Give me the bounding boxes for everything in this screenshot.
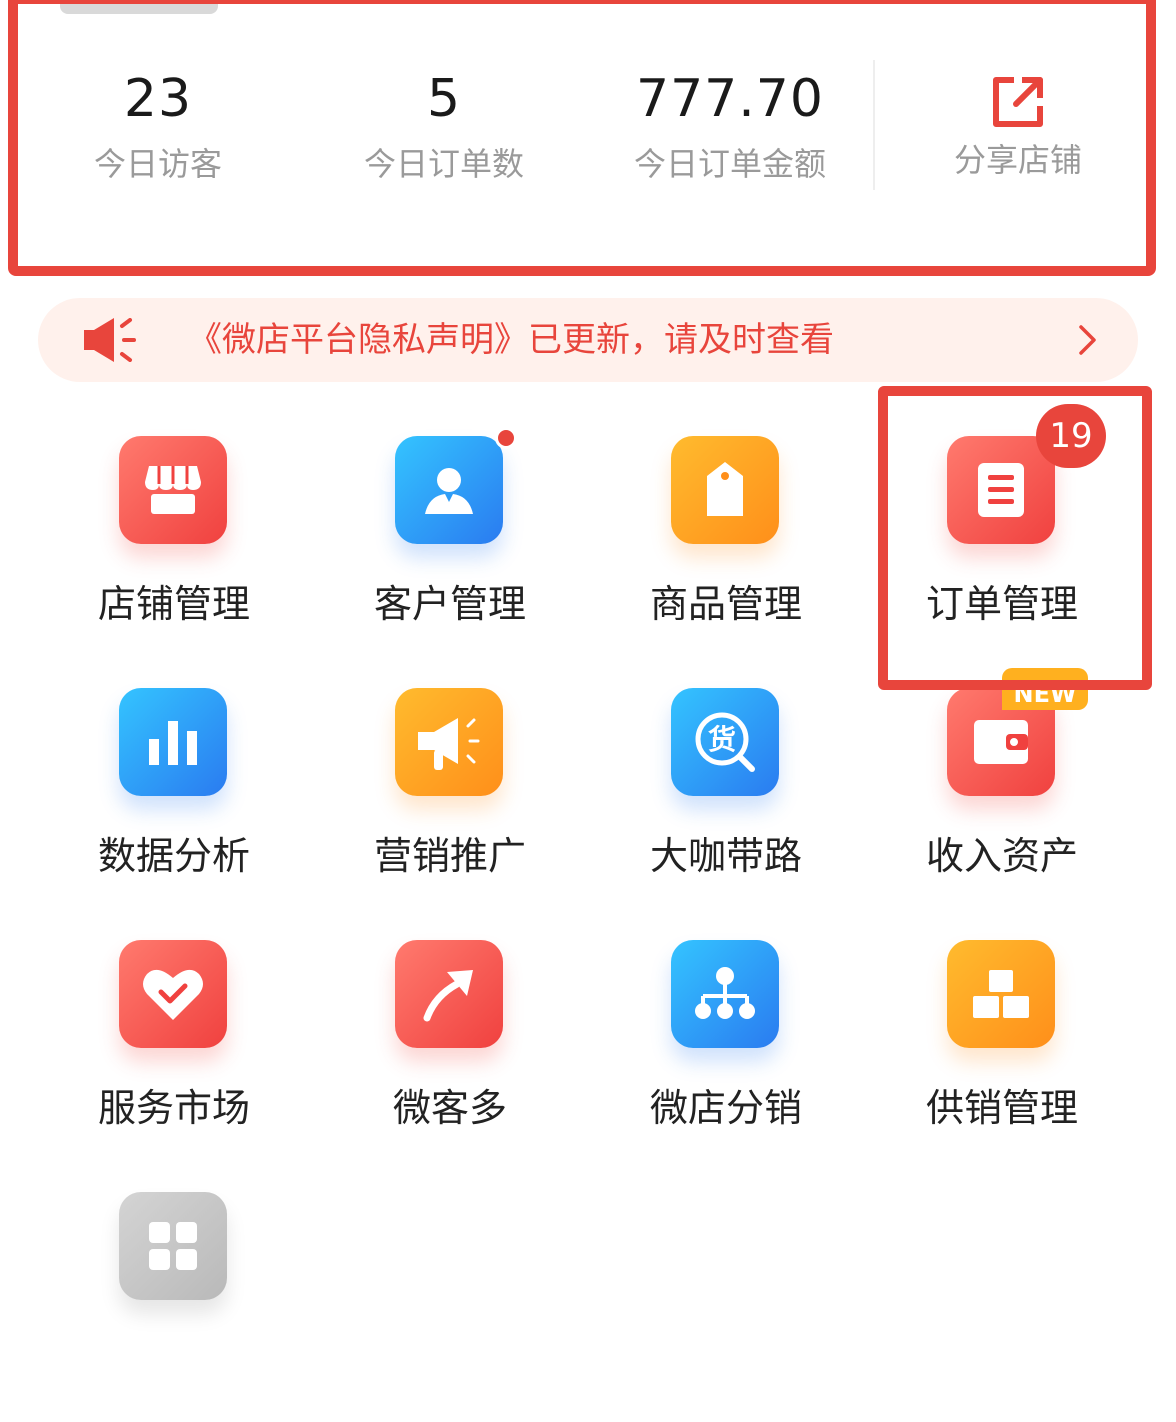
grid-item-weikeduo[interactable]: 微客多 [312,940,588,1170]
bar-chart-icon [119,688,227,796]
tag-icon [671,436,779,544]
notice-text: 《微店平台隐私声明》已更新，请及时查看 [188,320,834,360]
grid-item-expert-guide[interactable]: 货 大咖带路 [588,688,864,918]
grid-item-marketing-promotion[interactable]: 营销推广 [312,688,588,918]
grid-item-product-management[interactable]: 商品管理 [588,436,864,666]
grid-item-label: 数据分析 [97,834,250,878]
grid-item-label: 收入资产 [925,834,1078,878]
speaker-icon [84,318,136,362]
grid-item-label: 供销管理 [925,1086,1078,1130]
grid-item-more-apps[interactable] [36,1192,312,1422]
search-goods-icon: 货 [671,688,779,796]
grid-item-label: 营销推广 [373,834,526,878]
grid-item-label: 微客多 [392,1086,507,1130]
grid-item-data-analysis[interactable]: 数据分析 [36,688,312,918]
chevron-right-icon [1079,325,1096,355]
notification-dot [495,427,517,449]
grid-item-customer-management[interactable]: 客户管理 [312,436,588,666]
megaphone-icon [395,688,503,796]
privacy-notice-bar[interactable]: 《微店平台隐私声明》已更新，请及时查看 [38,298,1138,382]
highlight-box-order [878,386,1152,690]
boxes-icon [947,940,1055,1048]
grid-item-label: 微店分销 [649,1086,802,1130]
goods-glyph: 货 [708,723,736,756]
highlight-box-stats [8,0,1156,276]
grid-item-label: 店铺管理 [97,582,250,626]
grid-item-store-management[interactable]: 店铺管理 [36,436,312,666]
grid-item-supply-management[interactable]: 供销管理 [864,940,1140,1170]
heart-check-icon [119,940,227,1048]
grid-item-label: 大咖带路 [649,834,802,878]
grid-item-label: 商品管理 [649,582,802,626]
store-icon [119,436,227,544]
grid-item-label: 客户管理 [373,582,526,626]
hierarchy-icon [671,940,779,1048]
grid-item-income-assets[interactable]: 收入资产 [864,688,1140,918]
user-icon [395,436,503,544]
arrow-up-icon [395,940,503,1048]
apps-grid-icon [119,1192,227,1300]
grid-item-label: 服务市场 [97,1086,250,1130]
grid-item-distribution[interactable]: 微店分销 [588,940,864,1170]
grid-item-service-market[interactable]: 服务市场 [36,940,312,1170]
